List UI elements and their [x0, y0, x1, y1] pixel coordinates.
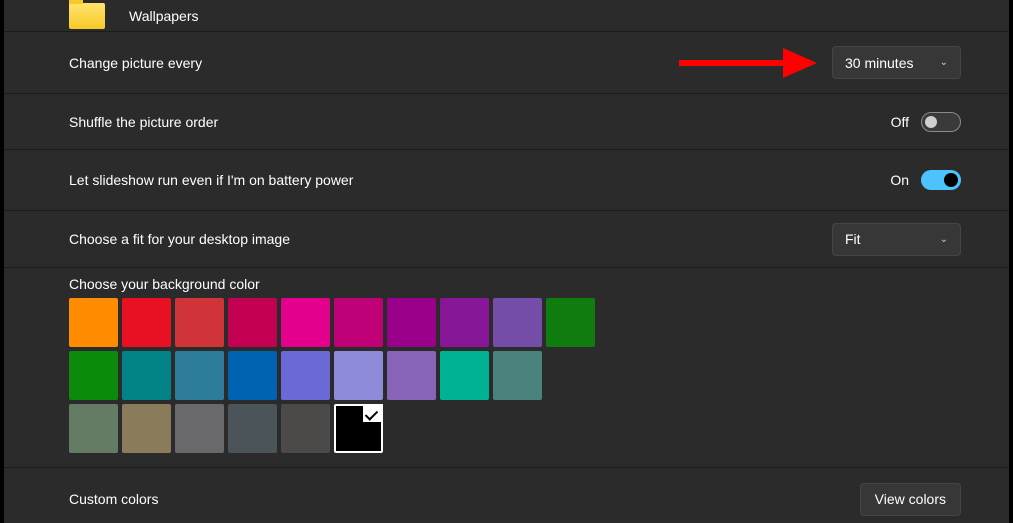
view-colors-button[interactable]: View colors: [860, 483, 961, 516]
shuffle-label: Shuffle the picture order: [69, 114, 218, 130]
color-swatch[interactable]: [175, 404, 224, 453]
fit-label: Choose a fit for your desktop image: [69, 231, 290, 247]
shuffle-state: Off: [891, 114, 909, 130]
color-swatch[interactable]: [69, 351, 118, 400]
interval-dropdown[interactable]: 30 minutes ⌄: [832, 46, 961, 79]
folder-row: Wallpapers: [4, 0, 1009, 32]
color-swatch[interactable]: [122, 351, 171, 400]
battery-state: On: [890, 172, 909, 188]
color-swatch[interactable]: [281, 351, 330, 400]
custom-colors-label: Custom colors: [69, 491, 158, 507]
change-interval-label: Change picture every: [69, 55, 202, 71]
fit-value: Fit: [845, 231, 861, 247]
folder-icon: [69, 3, 105, 29]
color-swatch[interactable]: [175, 298, 224, 347]
swatch-grid: [69, 298, 1009, 453]
color-swatch[interactable]: [440, 298, 489, 347]
chevron-down-icon: ⌄: [940, 234, 948, 245]
folder-name: Wallpapers: [129, 8, 199, 24]
chevron-down-icon: ⌄: [940, 57, 948, 68]
color-swatch[interactable]: [122, 404, 171, 453]
color-swatch[interactable]: [69, 298, 118, 347]
color-swatch[interactable]: [122, 298, 171, 347]
color-swatch[interactable]: [440, 351, 489, 400]
color-section-title: Choose your background color: [69, 276, 1009, 292]
color-swatch[interactable]: [175, 351, 224, 400]
interval-value: 30 minutes: [845, 55, 913, 71]
color-swatch[interactable]: [334, 298, 383, 347]
color-swatch[interactable]: [387, 351, 436, 400]
battery-row: Let slideshow run even if I'm on battery…: [4, 150, 1009, 211]
battery-label: Let slideshow run even if I'm on battery…: [69, 172, 353, 188]
view-colors-button-label: View colors: [875, 491, 946, 507]
battery-toggle[interactable]: [921, 170, 961, 190]
color-swatch[interactable]: [493, 351, 542, 400]
fit-row: Choose a fit for your desktop image Fit …: [4, 211, 1009, 268]
color-swatch[interactable]: [228, 404, 277, 453]
color-swatch[interactable]: [281, 404, 330, 453]
color-swatch[interactable]: [493, 298, 542, 347]
color-swatch[interactable]: [546, 298, 595, 347]
fit-dropdown[interactable]: Fit ⌄: [832, 223, 961, 256]
change-interval-row: Change picture every 30 minutes ⌄: [4, 32, 1009, 94]
color-swatch[interactable]: [387, 298, 436, 347]
shuffle-row: Shuffle the picture order Off: [4, 94, 1009, 150]
color-swatch[interactable]: [228, 298, 277, 347]
color-swatch[interactable]: [69, 404, 118, 453]
color-swatch[interactable]: [281, 298, 330, 347]
color-swatch[interactable]: [334, 404, 383, 453]
color-swatch[interactable]: [334, 351, 383, 400]
custom-colors-row: Custom colors View colors: [4, 468, 1009, 523]
shuffle-toggle[interactable]: [921, 112, 961, 132]
color-swatch[interactable]: [228, 351, 277, 400]
color-section: Choose your background color: [4, 268, 1009, 468]
